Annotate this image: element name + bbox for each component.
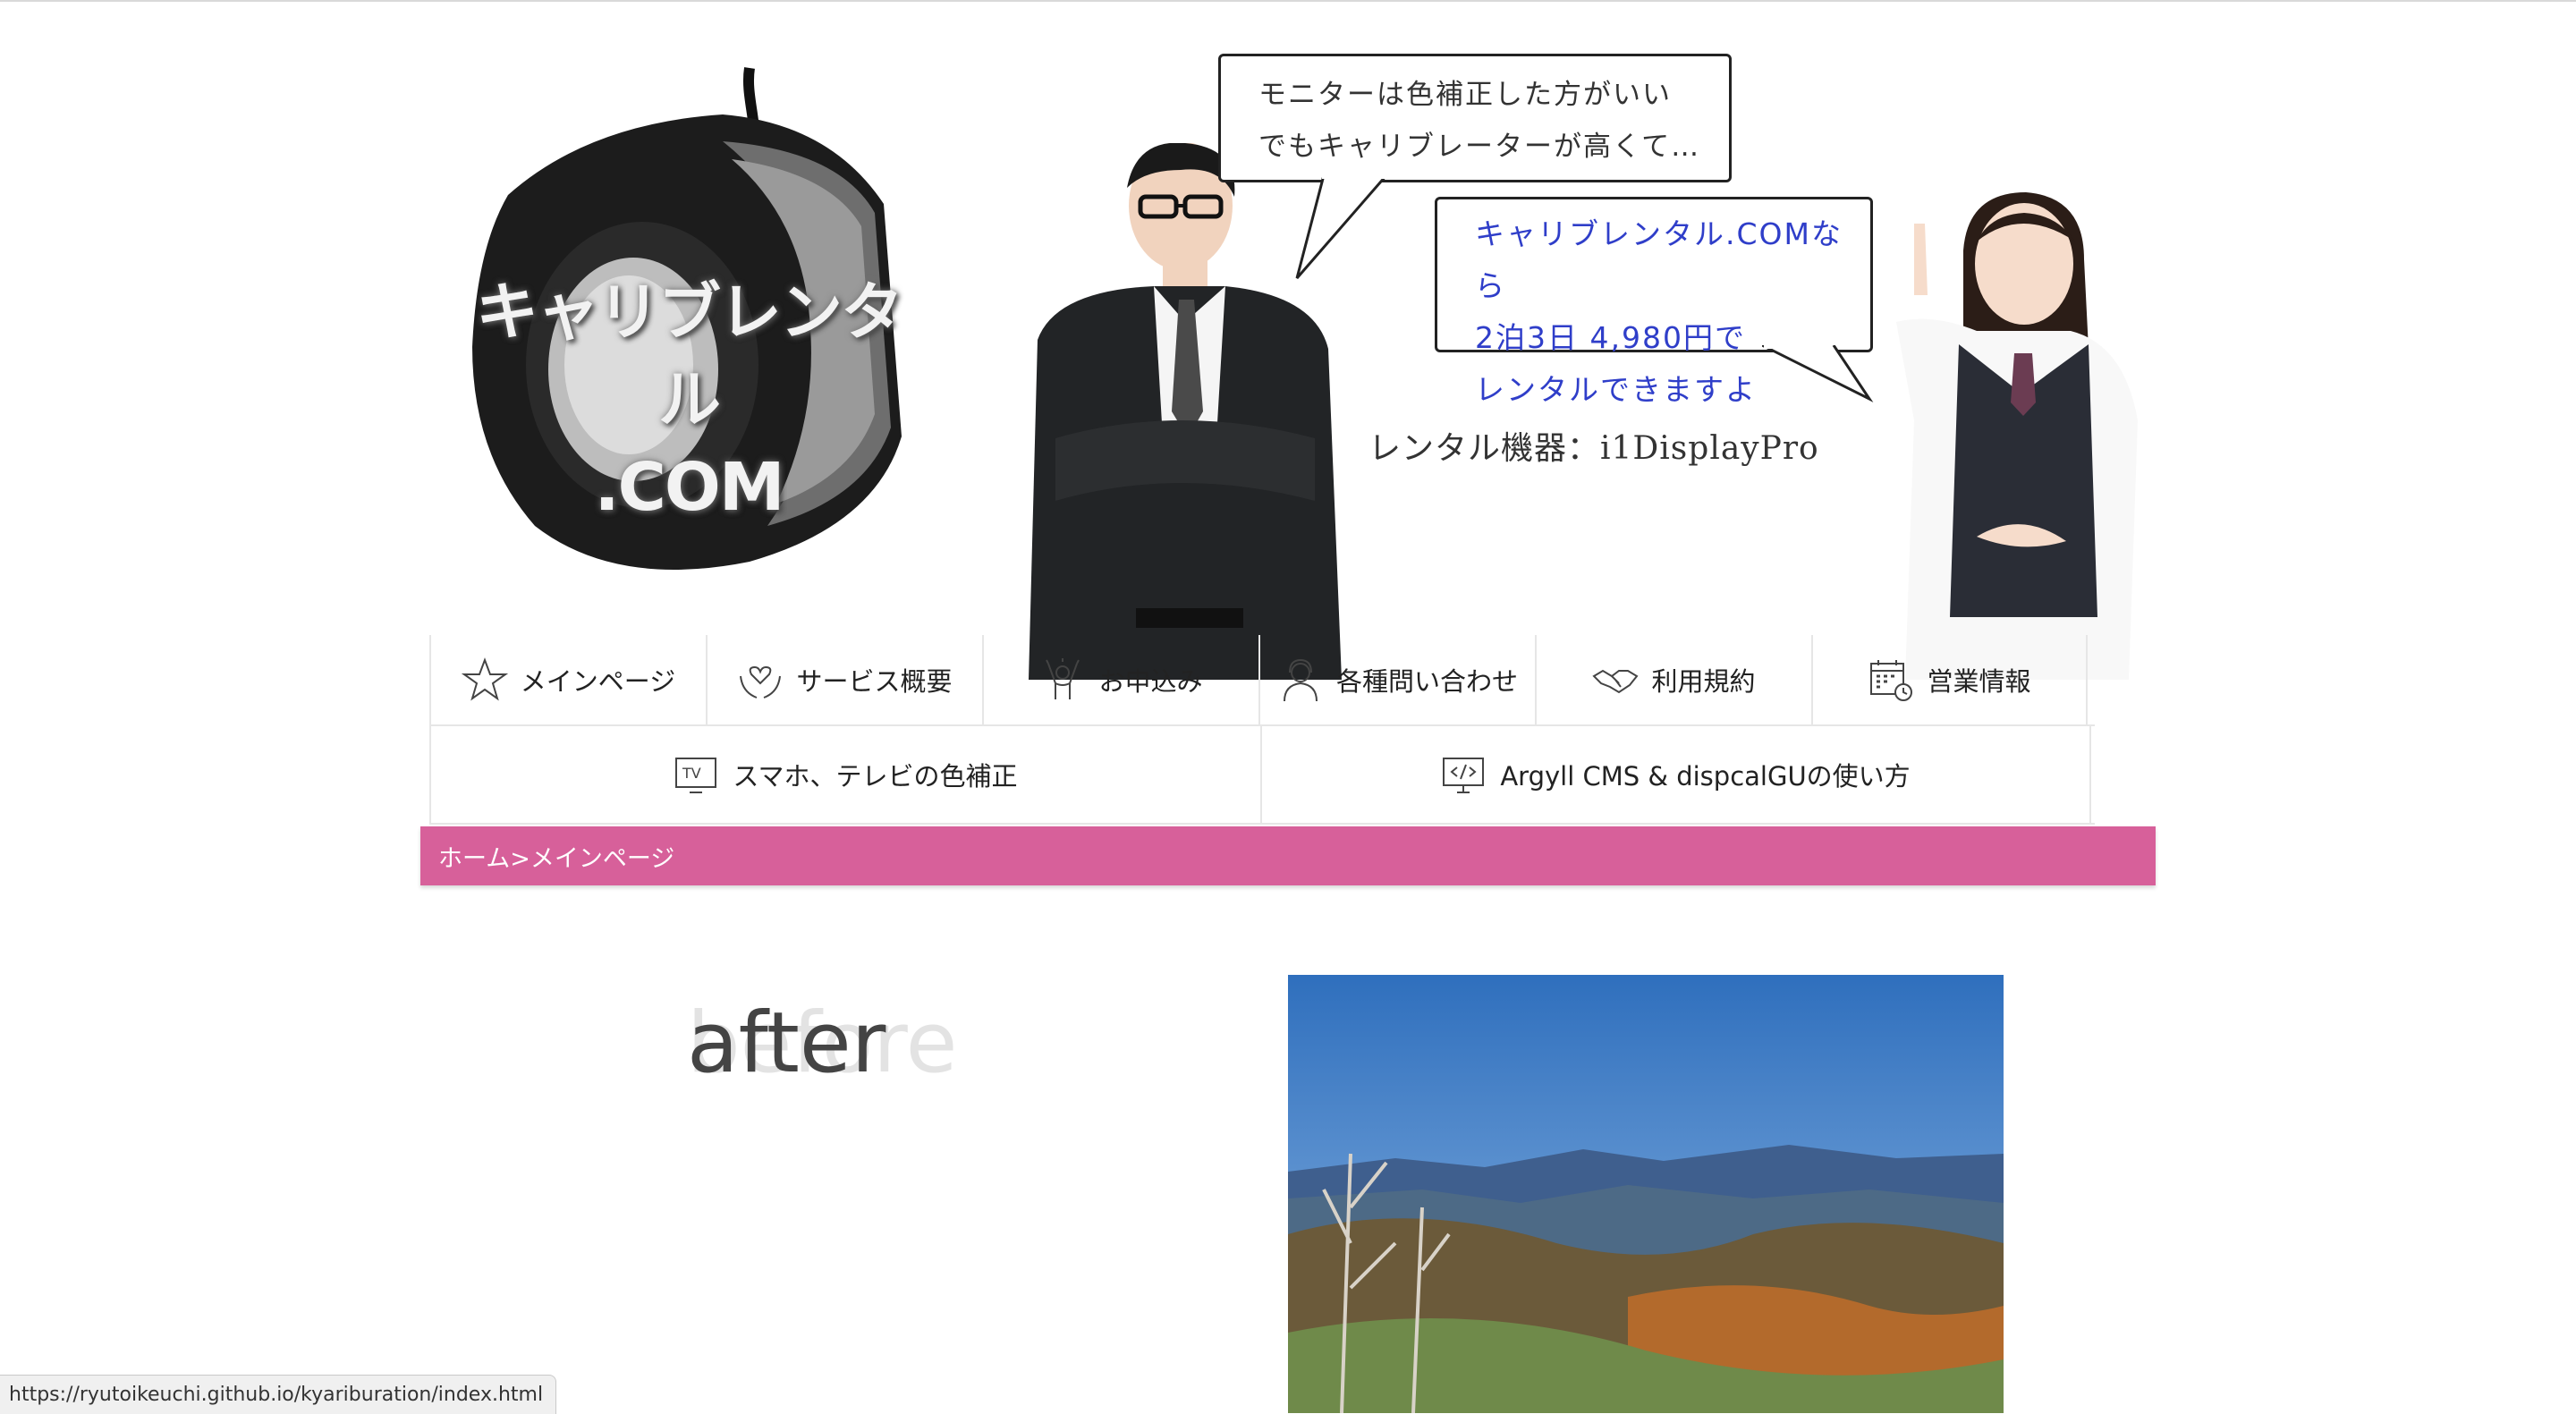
- breadcrumb-text[interactable]: ホーム>メインページ: [438, 839, 674, 874]
- status-bar-url: https://ryutoikeuchi.github.io/kyaribura…: [0, 1375, 557, 1414]
- nav-business-info[interactable]: 営業情報: [1811, 635, 2088, 724]
- landscape-photo: [1288, 975, 2004, 1413]
- nav-main-page[interactable]: メインページ: [429, 635, 706, 724]
- calendar-clock-icon: [1870, 660, 1913, 701]
- nav-phone-tv-calibration[interactable]: TV スマホ、テレビの色補正: [429, 726, 1260, 823]
- handshake-icon: [1592, 669, 1639, 694]
- nav-row-2: TV スマホ、テレビの色補正 Argyll CMS & dispcalGUの使い…: [429, 726, 2095, 825]
- nav-argyll-guide[interactable]: Argyll CMS & dispcalGUの使い方: [1260, 726, 2091, 823]
- header-banner[interactable]: キャリブレンタル .COM モニターは色補正した方がいい でもキャリブレーターが…: [420, 54, 2156, 680]
- nav-application-label: お申込み: [1098, 666, 1203, 697]
- nav-terms-label: 利用規約: [1651, 666, 1756, 697]
- logo-line-1: キャリブレンタル: [476, 275, 903, 436]
- main-navigation: メインページ サービス概要 お申込み 各種問い合わせ 利用規約 営業情報 TV …: [429, 635, 2095, 825]
- nav-main-page-label: メインページ: [520, 666, 676, 697]
- before-after-heading: before after: [687, 995, 1063, 1102]
- bubble2-tail: [1762, 345, 1874, 402]
- svg-text:TV: TV: [682, 765, 701, 782]
- person-celebrate-icon: [1046, 658, 1080, 699]
- bubble1-tail: [1295, 175, 1388, 279]
- nav-application[interactable]: お申込み: [982, 635, 1258, 724]
- bubble1-line-2: でもキャリブレーターが高くて…: [1258, 131, 1701, 163]
- nav-service-overview[interactable]: サービス概要: [706, 635, 982, 724]
- bubble2-line-1: キャリブレンタル.COMなら: [1475, 216, 1843, 303]
- code-monitor-icon: [1443, 758, 1485, 793]
- nav-row-1: メインページ サービス概要 お申込み 各種問い合わせ 利用規約 営業情報: [429, 635, 2095, 726]
- breadcrumb: ホーム>メインページ: [420, 826, 2156, 885]
- speech-bubble-man: モニターは色補正した方がいい でもキャリブレーターが高くて…: [1218, 54, 1732, 182]
- after-text: after: [687, 995, 886, 1092]
- site-logo[interactable]: キャリブレンタル .COM: [447, 268, 930, 531]
- businesswoman-image: [1896, 192, 2138, 680]
- nav-argyll-guide-label: Argyll CMS & dispcalGUの使い方: [1500, 761, 1911, 792]
- speech-bubble-woman: キャリブレンタル.COMなら 2泊3日 4,980円で レンタルできますよ: [1435, 197, 1873, 407]
- nav-terms[interactable]: 利用規約: [1535, 635, 1811, 724]
- hands-heart-icon: [740, 665, 782, 699]
- nav-inquiries-label: 各種問い合わせ: [1335, 666, 1518, 697]
- support-agent-icon: [1283, 658, 1318, 702]
- nav-inquiries[interactable]: 各種問い合わせ: [1258, 635, 1535, 724]
- tv-icon: TV: [675, 758, 717, 793]
- nav-phone-tv-calibration-label: スマホ、テレビの色補正: [733, 761, 1018, 792]
- top-border: [0, 0, 2576, 2]
- nav-business-info-label: 営業情報: [1927, 666, 2031, 697]
- nav-service-overview-label: サービス概要: [796, 666, 953, 697]
- star-icon: [461, 657, 508, 701]
- bubble1-line-1: モニターは色補正した方がいい: [1258, 79, 1672, 111]
- rental-device-label: レンタル機器：i1DisplayPro: [1368, 430, 1819, 467]
- logo-line-2: .COM: [594, 449, 785, 526]
